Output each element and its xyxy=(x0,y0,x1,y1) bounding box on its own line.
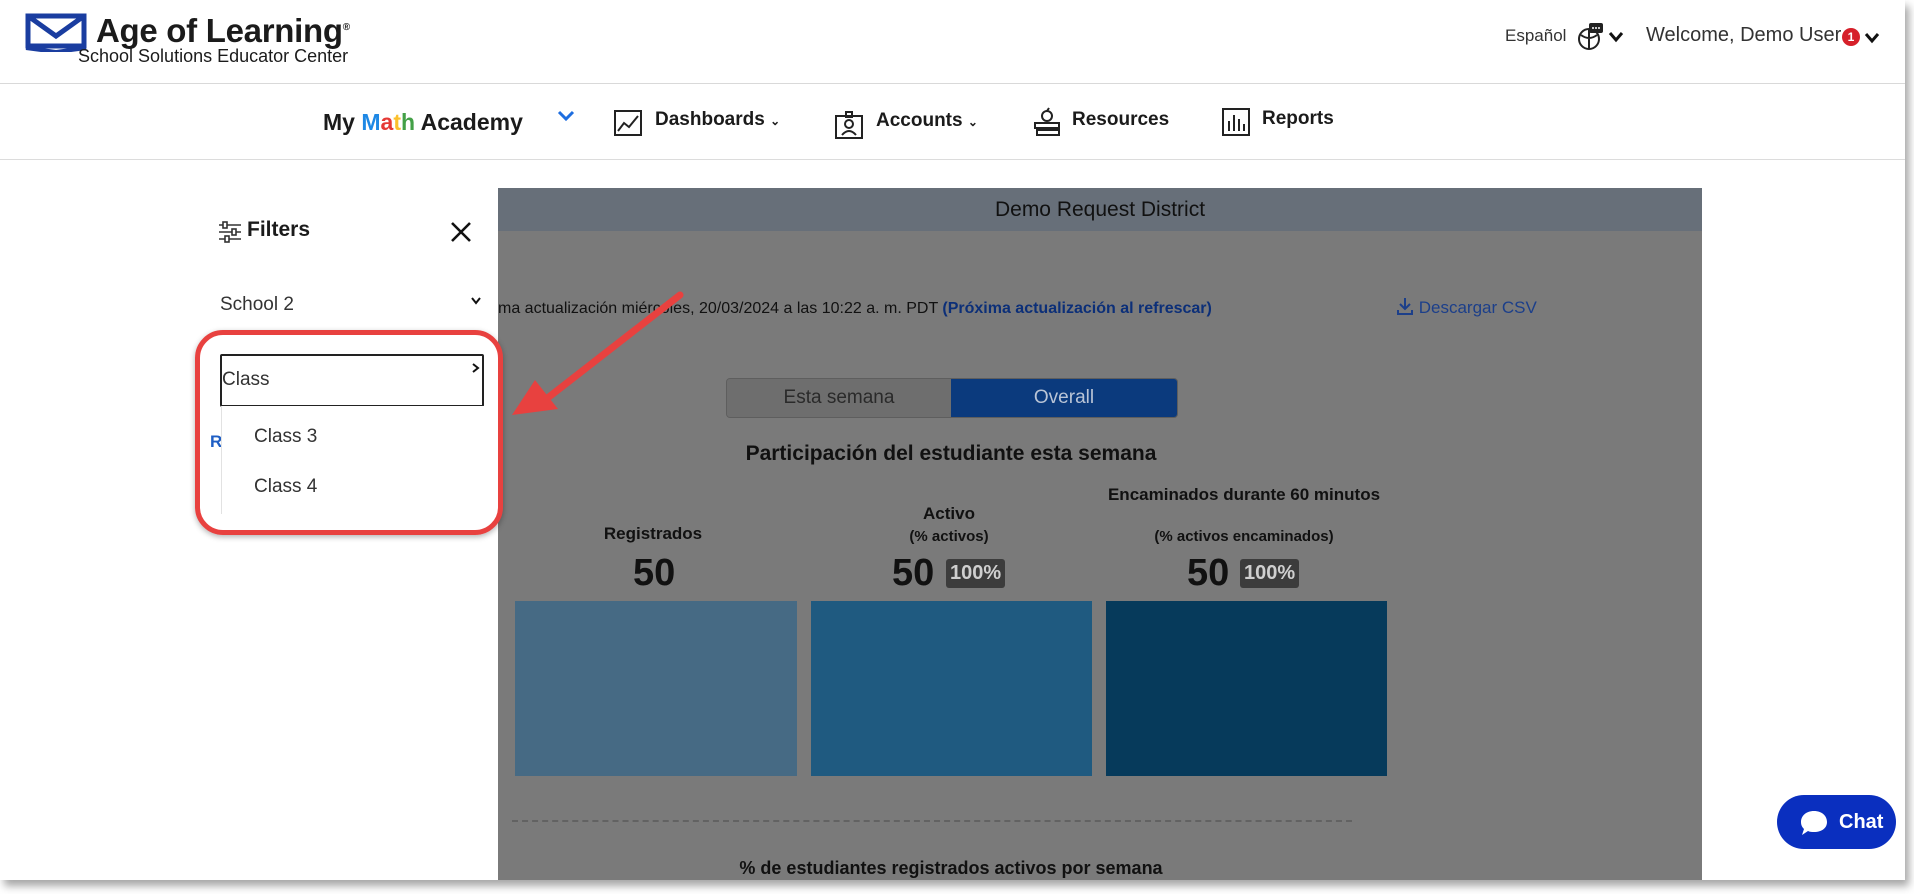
books-apple-icon xyxy=(1034,107,1060,136)
pct-activo: 100% xyxy=(946,559,1006,588)
close-icon[interactable] xyxy=(450,221,472,243)
section-divider xyxy=(512,820,1352,822)
chevron-down-icon: ⌄ xyxy=(770,114,781,128)
col-sub-activo: (% activos) xyxy=(909,528,989,545)
nav-resources[interactable]: Resources xyxy=(1072,109,1169,131)
top-header: Age of Learning® School Solutions Educat… xyxy=(0,0,1905,84)
sliders-icon xyxy=(219,221,241,243)
value-encaminados: 50 xyxy=(1187,552,1230,594)
chat-bubble-icon xyxy=(1801,811,1827,835)
language-selector[interactable]: Español xyxy=(1505,26,1566,46)
user-menu[interactable]: Welcome, Demo User xyxy=(1646,24,1841,47)
download-icon xyxy=(1397,298,1413,315)
filters-title: Filters xyxy=(247,218,311,241)
product-chevron-down-icon[interactable] xyxy=(557,109,575,123)
chart-bar-encaminados xyxy=(1106,601,1387,776)
district-title: Demo Request District xyxy=(994,198,1206,221)
value-activo: 50 xyxy=(892,552,935,594)
chart-bar-registrados xyxy=(515,601,797,776)
col-label-activo: Activo xyxy=(923,504,975,523)
brand-title[interactable]: Age of Learning® xyxy=(96,12,350,50)
language-label: Español xyxy=(1505,26,1567,45)
registered-mark: ® xyxy=(342,22,350,33)
brand-subtitle: School Solutions Educator Center xyxy=(78,46,349,66)
weekly-active-title: % de estudiantes registrados activos por… xyxy=(739,858,1163,878)
chevron-down-icon[interactable] xyxy=(1608,31,1624,43)
district-header: Demo Request District xyxy=(498,188,1702,231)
chart-bar-activo xyxy=(811,601,1092,776)
pct-encaminados: 100% xyxy=(1240,559,1300,588)
annotation-arrow-icon xyxy=(512,291,684,415)
line-chart-icon xyxy=(614,110,642,136)
school-select[interactable]: School 2 xyxy=(220,288,484,328)
tab-esta-semana[interactable]: Esta semana xyxy=(727,379,951,417)
chat-button[interactable]: Chat xyxy=(1777,795,1896,849)
product-switcher[interactable]: My Math Academy xyxy=(323,109,523,136)
nav-dashboards[interactable]: Dashboards ⌄ xyxy=(655,109,780,131)
chevron-down-icon[interactable] xyxy=(1864,32,1880,44)
language-globe-icon[interactable] xyxy=(1575,22,1605,52)
chart-title: Participación del estudiante esta semana xyxy=(745,442,1157,465)
id-card-icon xyxy=(835,111,863,139)
school-value: School 2 xyxy=(220,294,294,315)
screenshot-frame: Age of Learning® School Solutions Educat… xyxy=(0,0,1905,880)
highlight-callout xyxy=(195,330,503,535)
nav-reports[interactable]: Reports xyxy=(1262,108,1334,130)
notification-badge[interactable]: 1 xyxy=(1842,28,1860,46)
value-registrados: 50 xyxy=(633,552,676,594)
download-csv-link[interactable]: Descargar CSV xyxy=(1396,296,1537,318)
chat-label: Chat xyxy=(1839,811,1884,833)
col-label-registrados: Registrados xyxy=(603,524,703,543)
nav-accounts[interactable]: Accounts ⌄ xyxy=(876,110,978,132)
refresh-link[interactable]: (Próxima actualización al refrescar) xyxy=(942,300,1211,317)
bar-chart-icon xyxy=(1222,108,1250,136)
col-label-encaminados: Encaminados durante 60 minutos xyxy=(1107,485,1381,504)
chevron-down-icon: ⌄ xyxy=(967,115,978,129)
welcome-text: Welcome, Demo User xyxy=(1646,24,1842,46)
col-sub-encaminados: (% activos encaminados) xyxy=(1154,528,1334,545)
chevron-down-icon xyxy=(471,297,481,305)
tab-overall[interactable]: Overall xyxy=(951,379,1177,417)
period-toggle: Esta semana Overall xyxy=(726,378,1178,418)
